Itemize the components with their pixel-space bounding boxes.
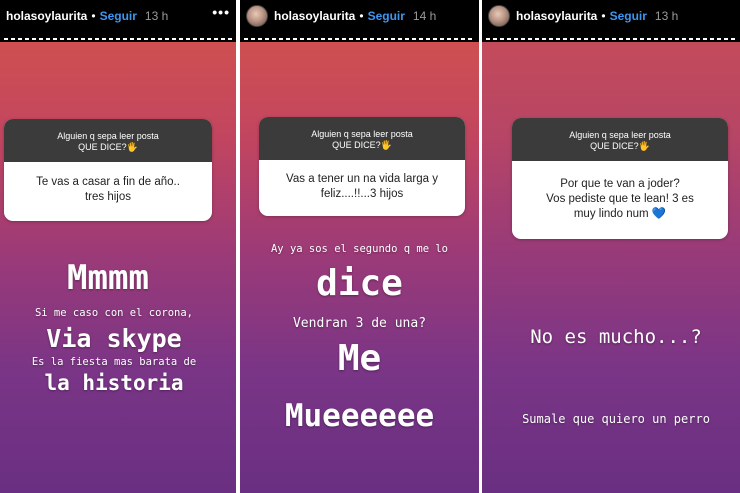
question-sticker: Alguien q sepa leer posta QUE DICE?🖐 Te …	[4, 119, 212, 221]
story-text: Mmmm	[67, 258, 149, 298]
separator-dot: •	[91, 9, 96, 23]
answer-line: Vas a tener un na vida larga y	[286, 173, 438, 185]
follow-button[interactable]: Seguir	[368, 9, 405, 23]
story-header: holasoylaurita • Seguir 13 h	[482, 0, 740, 42]
story-panel-1: holasoylaurita • Seguir 13 h ••• Alguien…	[0, 0, 236, 493]
answer-line: Vos pediste que te lean! 3 es	[546, 192, 694, 205]
question-text: Alguien q sepa leer posta QUE DICE?🖐	[512, 118, 728, 161]
story-text: dice	[316, 263, 403, 304]
question-line: QUE DICE?🖐	[590, 141, 650, 151]
story-panel-2: holasoylaurita • Seguir 14 h Alguien q s…	[240, 0, 479, 493]
question-line: Alguien q sepa leer posta	[311, 129, 413, 139]
question-line: Alguien q sepa leer posta	[57, 131, 159, 141]
story-text: la historia	[44, 371, 184, 395]
answer-line: tres hijos	[84, 190, 132, 203]
answer-text: Te vas a casar a fin de año.. tres hijos	[4, 162, 212, 217]
question-line: QUE DICE?🖐	[78, 142, 138, 152]
post-time: 14 h	[412, 9, 437, 23]
story-progress-bar	[244, 38, 475, 40]
avatar[interactable]	[488, 5, 510, 27]
avatar[interactable]	[246, 5, 268, 27]
username[interactable]: holasoylaurita	[6, 9, 87, 23]
separator-dot: •	[601, 9, 606, 23]
username[interactable]: holasoylaurita	[516, 9, 597, 23]
story-text: No es mucho...?	[530, 326, 702, 348]
answer-text: Por que te van a joder? Vos pediste que …	[512, 161, 728, 237]
answer-line: feliz....!!...3 hijos	[320, 188, 404, 200]
question-line: QUE DICE?🖐	[332, 140, 392, 150]
question-sticker: Alguien q sepa leer posta QUE DICE?🖐 Vas…	[259, 117, 465, 216]
story-header: holasoylaurita • Seguir 13 h •••	[0, 0, 236, 42]
story-progress-bar	[486, 38, 736, 40]
story-text: Es la fiesta mas barata de	[31, 356, 197, 368]
separator-dot: •	[359, 9, 364, 23]
story-text: Via skype	[46, 324, 182, 353]
story-text: Ay ya sos el segundo q me lo	[270, 243, 448, 255]
story-text: Si me caso con el corona,	[34, 307, 194, 319]
answer-text: Vas a tener un na vida larga y feliz....…	[259, 160, 465, 214]
question-text: Alguien q sepa leer posta QUE DICE?🖐	[4, 119, 212, 162]
username[interactable]: holasoylaurita	[274, 9, 355, 23]
answer-line: muy lindo num 💙	[573, 207, 667, 220]
post-time: 13 h	[144, 9, 169, 23]
answer-line: Por que te van a joder?	[560, 177, 680, 190]
question-line: Alguien q sepa leer posta	[569, 130, 671, 140]
answer-line: Te vas a casar a fin de año..	[36, 175, 180, 188]
story-text: Sumale que quiero un perro	[522, 412, 710, 426]
story-text: Me	[337, 338, 382, 379]
follow-button[interactable]: Seguir	[610, 9, 647, 23]
follow-button[interactable]: Seguir	[100, 9, 137, 23]
story-header: holasoylaurita • Seguir 14 h	[240, 0, 479, 42]
more-options-icon[interactable]: •••	[212, 4, 230, 20]
story-text: Vendran 3 de una?	[292, 316, 427, 331]
story-panel-3: holasoylaurita • Seguir 13 h Alguien q s…	[482, 0, 740, 493]
story-progress-bar	[4, 38, 232, 40]
post-time: 13 h	[654, 9, 679, 23]
story-text: Mueeeeee	[284, 398, 435, 434]
question-text: Alguien q sepa leer posta QUE DICE?🖐	[259, 117, 465, 160]
question-sticker: Alguien q sepa leer posta QUE DICE?🖐 Por…	[512, 118, 728, 239]
